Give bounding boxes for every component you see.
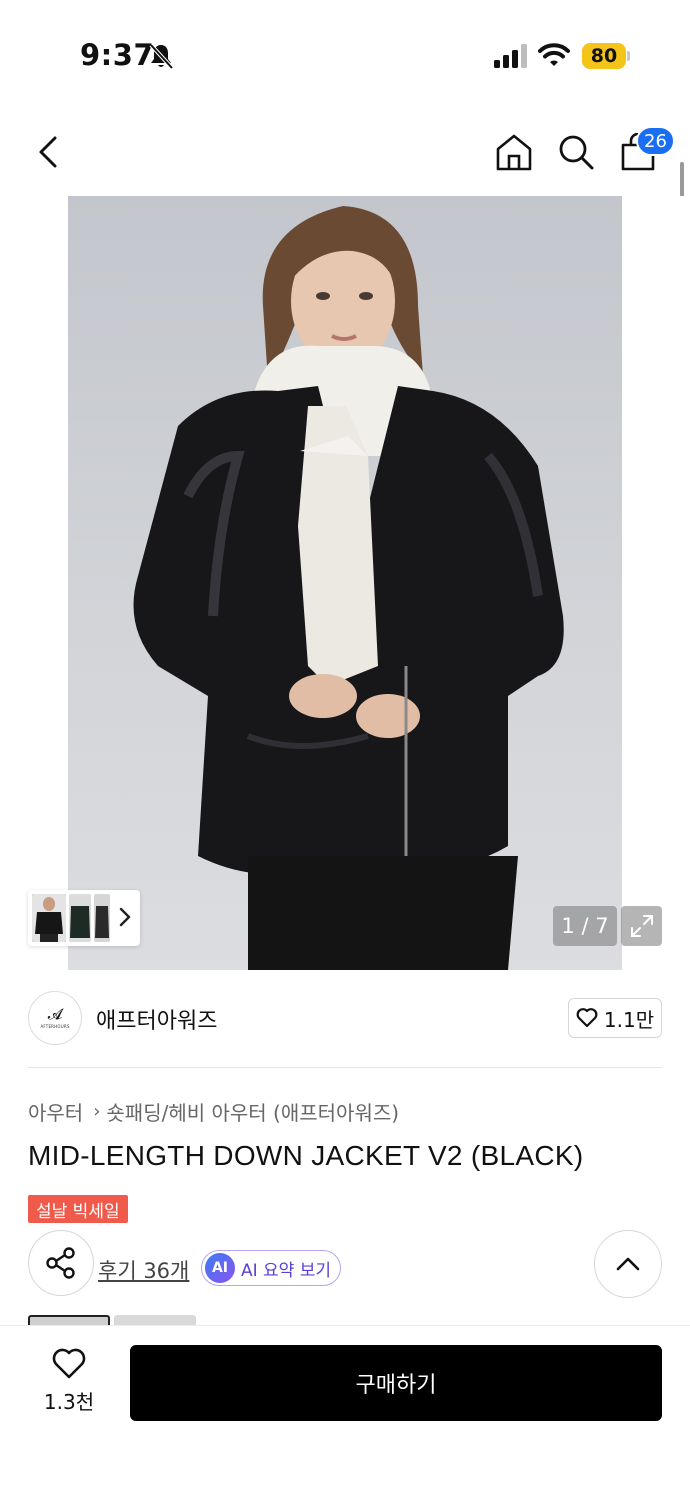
image-counter: 1 / 7 [553,906,617,946]
product-title: MID-LENGTH DOWN JACKET V2 (BLACK) [28,1140,584,1171]
wishlist-count: 1.3천 [43,1390,95,1414]
gallery-thumbnails[interactable] [28,890,140,946]
share-icon [46,1247,75,1279]
home-icon [496,134,532,171]
wifi-icon [538,43,570,66]
chevron-right-icon [119,907,131,927]
home-button[interactable] [492,130,536,174]
scroll-top-button[interactable] [594,1230,662,1298]
divider [28,1067,662,1068]
status-time: 9:37 [80,38,155,72]
ai-summary-label: AI 요약 보기 [241,1260,332,1281]
wishlist-button[interactable]: 1.3천 [30,1348,108,1418]
back-arrow-icon [39,136,57,168]
cart-count-badge: 26 [636,126,675,156]
product-image-gallery[interactable] [0,196,690,970]
battery-indicator: 80 [582,43,626,69]
breadcrumb-subcategory[interactable]: 숏패딩/헤비 아우터 (애프터아워즈) [106,1097,399,1126]
back-button[interactable] [26,130,70,174]
signal-icon [494,44,527,68]
brand-like-button[interactable]: 1.1만 [568,998,662,1038]
reviews-link[interactable]: 후기 36개 [98,1255,189,1285]
sale-badge: 설날 빅세일 [28,1195,128,1223]
chevron-up-icon [616,1257,640,1271]
status-bar: 9:37 80 [0,0,690,110]
breadcrumb-category[interactable]: 아우터 [28,1097,83,1126]
heart-icon [52,1348,86,1379]
brand-logo-text: AFTERHOURS [40,1024,70,1029]
share-button[interactable] [28,1230,94,1296]
battery-cap [627,51,630,61]
brand-name[interactable]: 애프터아워즈 [96,1003,217,1035]
product-photo[interactable] [68,196,622,970]
model-in-jacket-illustration [133,206,564,970]
thumbnail-3[interactable] [94,894,110,942]
ai-badge-icon: AI [205,1253,235,1283]
nav-bar [0,110,690,192]
breadcrumb: 아우터 › 숏패딩/헤비 아우터 (애프터아워즈) [28,1097,399,1126]
brand-logo[interactable]: 𝓐 AFTERHOURS [28,991,82,1045]
thumbnail-2[interactable] [69,894,91,942]
search-button[interactable] [554,130,598,174]
brand-like-count: 1.1만 [603,1007,655,1032]
expand-icon [630,915,653,937]
heart-icon [576,1008,598,1028]
expand-button[interactable] [621,906,662,946]
search-icon [559,135,594,170]
brand-logo-mark: 𝓐 [47,1005,63,1023]
ai-summary-button[interactable]: AI AI 요약 보기 [201,1250,341,1286]
bell-slash-icon [149,43,174,70]
chevron-right-icon: › [93,1101,101,1122]
buy-button[interactable]: 구매하기 [130,1345,662,1421]
thumbnail-1[interactable] [32,894,66,942]
